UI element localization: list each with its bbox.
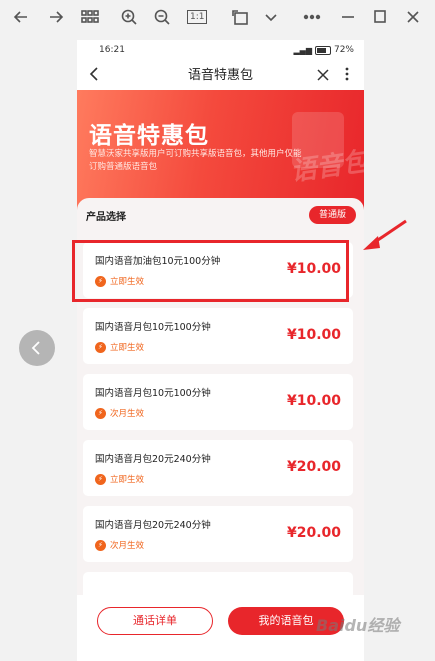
- actual-size-button[interactable]: 1:1: [187, 7, 208, 27]
- product-price: ¥20.00: [286, 525, 341, 541]
- hero-description: 智慧沃家共享版用户可订购共享版语音包，其他用户仅能订购普通版语音包: [89, 149, 302, 172]
- signal-icon: ▂▄▆: [293, 45, 312, 55]
- product-card[interactable]: 国内语音月包20元240分钟 ⚡ 立即生效 ¥20.00: [83, 440, 353, 496]
- product-card[interactable]: 国内语音月包10元100分钟 ⚡ 次月生效 ¥10.00: [83, 374, 353, 430]
- effect-label: 立即生效: [110, 475, 145, 485]
- lightning-icon: ⚡: [95, 539, 106, 551]
- product-name: 国内语音月包10元100分钟: [95, 322, 211, 333]
- status-right: ▂▄▆ 72%: [294, 45, 354, 55]
- annotation-arrow-icon: [363, 219, 407, 250]
- nav-bar: 语音特惠包: [77, 60, 364, 90]
- product-effect: ⚡ 立即生效: [95, 473, 144, 485]
- lightning-icon: ⚡: [95, 407, 106, 419]
- effect-label: 次月生效: [110, 541, 145, 551]
- product-effect: ⚡ 立即生效: [95, 341, 144, 353]
- close-window-icon[interactable]: [405, 7, 421, 27]
- status-time: 16:21: [99, 45, 125, 55]
- hero-heading: 语音特惠包: [89, 123, 209, 149]
- chevron-down-icon[interactable]: [264, 7, 278, 27]
- product-effect: ⚡ 次月生效: [95, 539, 144, 551]
- zoom-in-icon[interactable]: [120, 7, 138, 27]
- product-effect: ⚡ 次月生效: [95, 407, 144, 419]
- zoom-out-icon[interactable]: [153, 7, 171, 27]
- product-price: ¥10.00: [286, 393, 341, 409]
- phone-screen: 16:21 ▂▄▆ 72% 语音特惠包 语音特惠包 智慧沃家共享版用户可订购共享…: [77, 40, 364, 661]
- viewer-toolbar: 1:1: [0, 0, 435, 34]
- product-price: ¥10.00: [286, 327, 341, 343]
- status-bar: 16:21 ▂▄▆ 72%: [77, 40, 364, 60]
- lightning-icon: ⚡: [95, 341, 106, 353]
- product-name: 国内语音月包20元240分钟: [95, 520, 211, 531]
- highlight-box: [72, 240, 349, 302]
- lightning-icon: ⚡: [95, 473, 106, 485]
- effect-label: 立即生效: [110, 343, 145, 353]
- effect-label: 次月生效: [110, 409, 145, 419]
- more-vertical-icon[interactable]: [344, 65, 350, 87]
- hero-banner: 语音特惠包 智慧沃家共享版用户可订购共享版语音包，其他用户仅能订购普通版语音包 …: [77, 90, 364, 210]
- call-detail-button[interactable]: 通话详单: [97, 607, 213, 635]
- battery-icon: [314, 45, 331, 55]
- maximize-icon[interactable]: [372, 7, 388, 27]
- grid-icon[interactable]: [80, 7, 100, 27]
- rotate-icon[interactable]: [230, 7, 250, 27]
- chevron-left-icon: [31, 341, 40, 355]
- product-name: 国内语音月包20元240分钟: [95, 454, 211, 465]
- previous-image-button[interactable]: [19, 330, 55, 366]
- more-horizontal-icon[interactable]: [302, 7, 322, 27]
- actual-size-label: 1:1: [187, 10, 208, 24]
- battery-percent: 72%: [333, 45, 354, 55]
- section-title: 产品选择: [86, 212, 126, 223]
- version-badge[interactable]: 普通版: [308, 206, 356, 224]
- back-arrow-icon[interactable]: [12, 7, 30, 27]
- minimize-icon[interactable]: [340, 7, 356, 27]
- site-watermark: Baidu经验: [316, 616, 400, 635]
- product-price: ¥20.00: [286, 459, 341, 475]
- product-name: 国内语音月包10元100分钟: [95, 388, 211, 399]
- forward-arrow-icon[interactable]: [47, 7, 65, 27]
- product-card[interactable]: 国内语音月包20元240分钟 ⚡ 次月生效 ¥20.00: [83, 506, 353, 562]
- product-card[interactable]: 国内语音月包10元100分钟 ⚡ 立即生效 ¥10.00: [83, 308, 353, 364]
- close-icon[interactable]: [316, 67, 330, 86]
